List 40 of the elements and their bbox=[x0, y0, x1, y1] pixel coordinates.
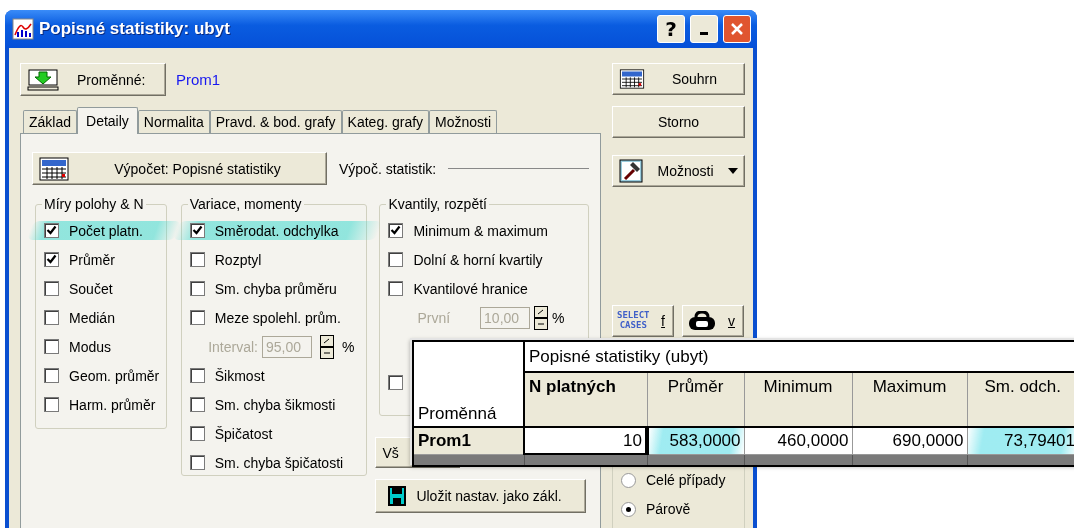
table-cell: 583,0000 bbox=[647, 427, 744, 454]
spinner-label: Interval: bbox=[208, 338, 258, 355]
unit-label: % bbox=[552, 309, 565, 326]
checkbox-label: Kvantilové hranice bbox=[413, 280, 528, 297]
checkbox-label: Součet bbox=[69, 280, 113, 297]
checkbox-label: Geom. průměr bbox=[69, 367, 160, 384]
checkbox-label: Rozptyl bbox=[214, 251, 262, 268]
group-title: Míry polohy & N bbox=[43, 196, 145, 212]
checkbox-label: Sm. chyba šikmosti bbox=[214, 396, 336, 413]
checkbox-label: Sm. chyba špičatosti bbox=[214, 454, 344, 471]
variable-value: Prom1 bbox=[176, 71, 221, 88]
checkbox-label: Harm. průměr bbox=[69, 396, 156, 413]
checkbox-label: Sm. chyba průměru bbox=[214, 280, 337, 297]
column-header: Průměr bbox=[647, 372, 744, 427]
spinner-label: První bbox=[417, 309, 451, 326]
window-title: Popisné statistiky: ubyt bbox=[39, 19, 231, 39]
checkbox-label: Meze spolehl. prům. bbox=[214, 309, 341, 326]
table-cell: 73,79401 bbox=[967, 427, 1074, 454]
checkbox-label: Průměr bbox=[69, 251, 115, 268]
checkbox-label: Dolní & horní kvartily bbox=[413, 251, 543, 268]
column-header: N platných bbox=[524, 372, 647, 427]
radio-label: Celé případy bbox=[646, 472, 726, 488]
checkbox-label: Směrodat. odchylka bbox=[214, 222, 339, 239]
column-header: Minimum bbox=[744, 372, 852, 427]
row-header: Prom1 bbox=[413, 427, 524, 454]
radio-label: Párově bbox=[646, 501, 691, 517]
unit-label: % bbox=[341, 338, 355, 355]
group-title: Variace, momenty bbox=[188, 196, 303, 212]
checkbox-label: Počet platn. bbox=[69, 222, 143, 239]
compute-label: Výpoč. statistik: bbox=[339, 160, 437, 177]
column-header: Maximum bbox=[852, 372, 967, 427]
checkbox-label: Minimum & maximum bbox=[413, 222, 548, 239]
table-cell: 460,0000 bbox=[744, 427, 852, 454]
table-cell: 690,0000 bbox=[852, 427, 967, 454]
group-title: Kvantily, rozpětí bbox=[387, 196, 488, 212]
checkbox-label: Šikmost bbox=[214, 367, 265, 384]
column-header: Sm. odch. bbox=[967, 372, 1074, 427]
checkbox-label: Medián bbox=[69, 309, 115, 326]
checkbox-label: Špičatost bbox=[214, 425, 273, 442]
checkbox-label: Modus bbox=[69, 338, 112, 355]
